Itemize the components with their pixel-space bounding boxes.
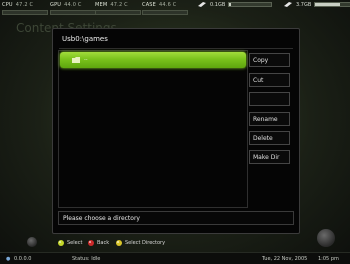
dialog-path-title: Usb0:\games	[62, 35, 108, 43]
status-text: Status: Idle	[72, 256, 101, 262]
cpu-temp: CPU 47.2 C	[2, 2, 33, 8]
a-button-icon	[58, 240, 64, 246]
copy-button[interactable]: Copy	[249, 53, 290, 67]
hint-select-directory: Select Directory	[116, 240, 165, 246]
rename-button[interactable]: Rename	[249, 112, 290, 126]
drive-usage-1: 0.1GB	[197, 1, 273, 8]
blank-button[interactable]	[249, 92, 290, 106]
b-button-icon	[88, 240, 94, 246]
drive-icon	[284, 2, 292, 7]
decorative-orb-right	[317, 229, 335, 247]
cpu-value: 47.2 C	[15, 2, 34, 8]
mem-meter	[95, 10, 141, 15]
dialog-status-message: Please choose a directory	[58, 211, 294, 225]
delete-button[interactable]: Delete	[249, 131, 290, 145]
cut-button[interactable]: Cut	[249, 73, 290, 87]
drive-2-size: 3.7GB	[296, 1, 312, 8]
drive-usage-2: 3.7GB	[283, 1, 350, 8]
drive-icon	[198, 2, 206, 7]
hint-select-label: Select	[67, 240, 83, 246]
ip-address: 0.0.0.0	[14, 256, 32, 262]
time: 1:05 pm	[318, 256, 339, 262]
gpu-meter	[50, 10, 96, 15]
cpu-meter	[2, 10, 48, 15]
drive-2-bar	[314, 2, 350, 7]
mem-label: MEM	[95, 2, 108, 8]
case-value: 44.6 C	[159, 2, 177, 8]
network-icon: ●	[6, 256, 11, 262]
date: Tue, 22 Nov, 2005	[262, 256, 308, 262]
system-status-bar: CPU 47.2 C GPU 44.0 C MEM 47.2 C CASE 44.6 C…	[0, 0, 350, 22]
mem-temp: MEM 47.2 C	[95, 2, 128, 8]
gpu-value: 44.0 C	[64, 2, 82, 8]
case-meter	[142, 10, 188, 15]
case-temp: CASE 44.6 C	[142, 2, 176, 8]
list-item-label: ..	[84, 55, 88, 62]
list-item-selected[interactable]: ..	[60, 52, 246, 68]
cpu-label: CPU	[2, 2, 13, 8]
file-list[interactable]: ..	[58, 50, 248, 208]
hint-select-directory-label: Select Directory	[125, 240, 166, 246]
gpu-label: GPU	[50, 2, 62, 8]
hint-back-label: Back	[97, 240, 110, 246]
gpu-temp: GPU 44.0 C	[50, 2, 82, 8]
directory-dialog: Usb0:\games .. Copy Cut Rename Delete Ma…	[52, 28, 300, 234]
y-button-icon	[116, 240, 122, 246]
hint-back: Back	[88, 240, 109, 246]
title-divider	[59, 48, 293, 49]
case-label: CASE	[142, 2, 157, 8]
folder-icon	[72, 57, 80, 63]
make-dir-button[interactable]: Make Dir	[249, 150, 290, 164]
drive-1-size: 0.1GB	[210, 1, 226, 8]
footer-bar: ● 0.0.0.0 Status: Idle Tue, 22 Nov, 2005…	[0, 252, 350, 264]
drive-1-bar	[228, 2, 273, 7]
decorative-orb-left	[27, 237, 37, 247]
hint-select: Select	[58, 240, 82, 246]
mem-value: 47.2 C	[110, 2, 128, 8]
